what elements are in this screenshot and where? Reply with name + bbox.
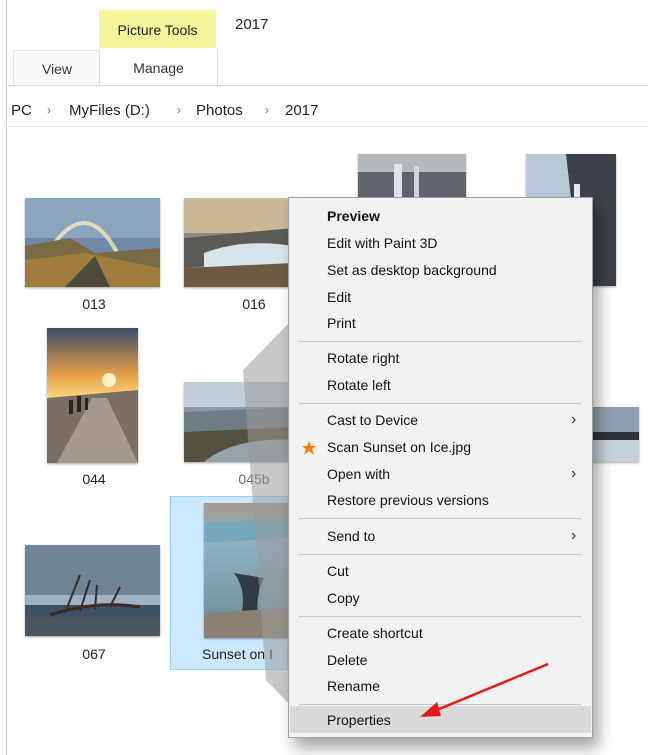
annotation-arrow-icon	[420, 662, 549, 717]
